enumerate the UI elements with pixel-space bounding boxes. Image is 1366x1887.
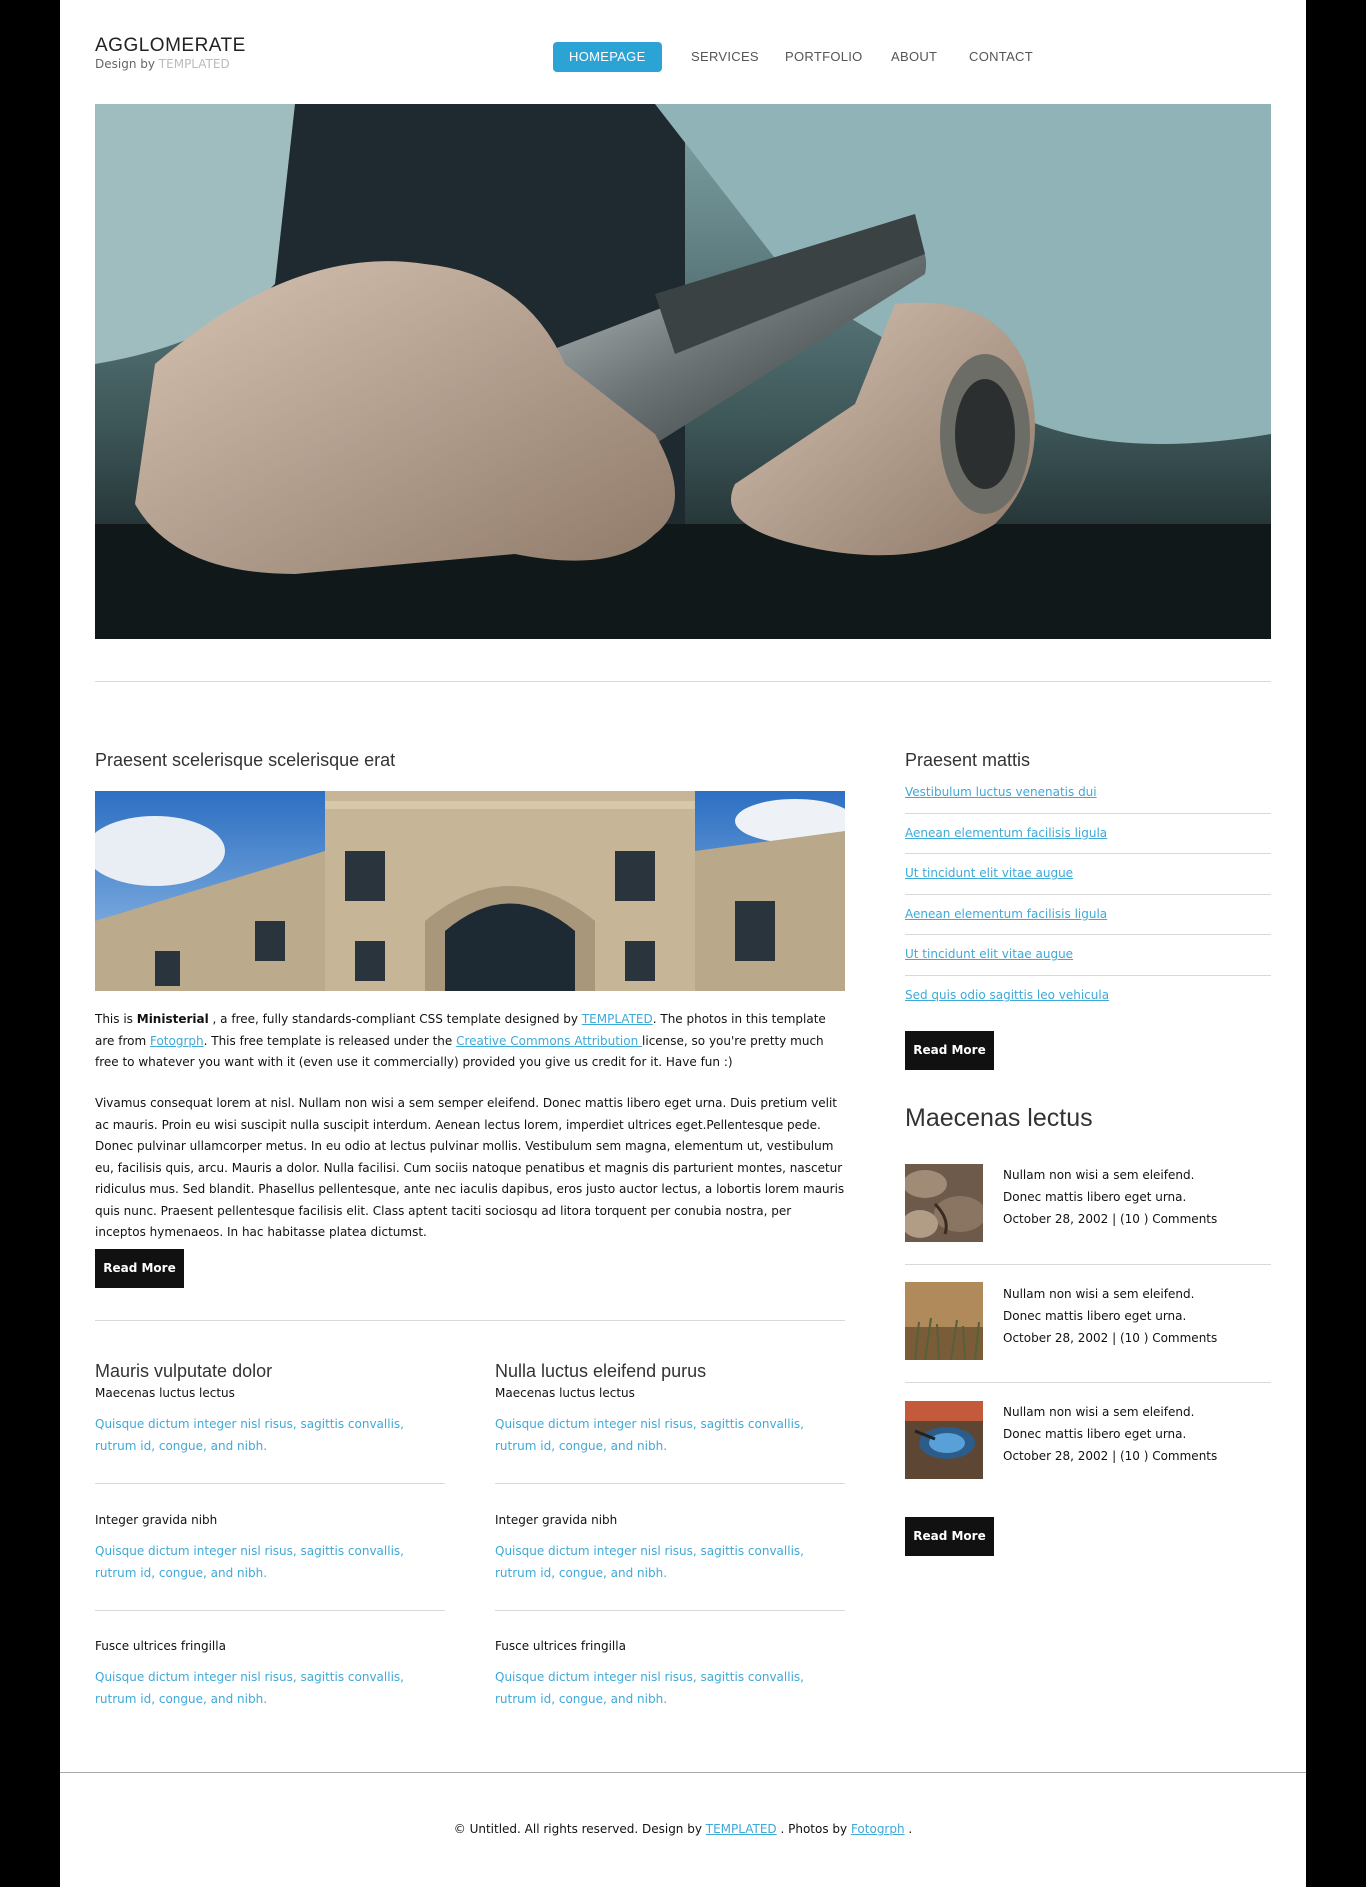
building-illustration — [95, 791, 845, 991]
hero-phone-hands-illustration — [95, 104, 1271, 639]
news-date: October 28, 2002 | (10 ) Comments — [1003, 1331, 1218, 1345]
page: AGGLOMERATE Design by TEMPLATED HOMEPAGE… — [60, 0, 1306, 1887]
news-read-more-button[interactable]: Read More — [905, 1517, 994, 1556]
col1-separator — [95, 1483, 445, 1484]
footer-text-1: © Untitled. All rights reserved. Design … — [453, 1822, 706, 1836]
tagline-design-by: Design by — [95, 57, 155, 71]
sidebar-link[interactable]: Aenean elementum facilisis ligula — [905, 826, 1107, 840]
hero-divider — [95, 681, 1271, 682]
sidebar-link[interactable]: Vestibulum luctus venenatis dui — [905, 785, 1097, 799]
main-divider — [95, 1320, 845, 1321]
col1-item-label: Fusce ultrices fringilla — [95, 1639, 226, 1653]
intro-link-cc[interactable]: Creative Commons Attribution — [456, 1034, 642, 1048]
news-item-text: Nullam non wisi a sem eleifend. Donec ma… — [1003, 1283, 1217, 1349]
footer-link-templated[interactable]: TEMPLATED — [706, 1822, 777, 1836]
intro-text-2: , a free, fully standards-compliant CSS … — [208, 1012, 582, 1026]
col1-item: Integer gravida nibh Quisque dictum inte… — [95, 1510, 445, 1584]
intro-bold: Ministerial — [136, 1012, 209, 1026]
intro-paragraph: This is Ministerial , a free, fully stan… — [95, 1009, 845, 1074]
rocks-illustration — [905, 1164, 983, 1242]
news-title: Maecenas lectus — [905, 1104, 1093, 1132]
sidebar-separator — [905, 975, 1271, 976]
col1-item: Maecenas luctus lectus Quisque dictum in… — [95, 1383, 445, 1457]
sidebar-link[interactable]: Aenean elementum facilisis ligula — [905, 907, 1107, 921]
news-separator — [905, 1382, 1271, 1383]
grass-illustration — [905, 1282, 983, 1360]
sidebar-link[interactable]: Ut tincidunt elit vitae augue — [905, 866, 1073, 880]
sidebar-title: Praesent mattis — [905, 750, 1031, 770]
sidebar-separator — [905, 813, 1271, 814]
col1-title: Mauris vulputate dolor — [95, 1361, 273, 1381]
footer-divider — [60, 1772, 1306, 1773]
nav-about[interactable]: ABOUT — [891, 42, 937, 72]
col2-item-text[interactable]: Quisque dictum integer nisl risus, sagit… — [495, 1667, 845, 1710]
col1-item-text[interactable]: Quisque dictum integer nisl risus, sagit… — [95, 1667, 445, 1710]
news-line: Nullam non wisi a sem eleifend. — [1003, 1168, 1195, 1182]
footer-text-2: . Photos by — [776, 1822, 851, 1836]
col2-item: Fusce ultrices fringilla Quisque dictum … — [495, 1636, 845, 1710]
news-date: October 28, 2002 | (10 ) Comments — [1003, 1449, 1218, 1463]
intro-link-templated[interactable]: TEMPLATED — [582, 1012, 653, 1026]
col2-item-label: Maecenas luctus lectus — [495, 1386, 635, 1400]
col2-item: Maecenas luctus lectus Quisque dictum in… — [495, 1383, 845, 1457]
footer: © Untitled. All rights reserved. Design … — [60, 1822, 1306, 1836]
nav-contact[interactable]: CONTACT — [969, 42, 1033, 72]
news-line: Donec mattis libero eget urna. — [1003, 1427, 1187, 1441]
main-title: Praesent scelerisque scelerisque erat — [95, 750, 396, 770]
col1-item-label: Maecenas luctus lectus — [95, 1386, 235, 1400]
news-line: Nullam non wisi a sem eleifend. — [1003, 1287, 1195, 1301]
col2-item: Integer gravida nibh Quisque dictum inte… — [495, 1510, 845, 1584]
body-paragraph: Vivamus consequat lorem at nisl. Nullam … — [95, 1096, 845, 1239]
col1-item-text[interactable]: Quisque dictum integer nisl risus, sagit… — [95, 1541, 445, 1584]
news-thumbnail[interactable] — [905, 1282, 983, 1360]
col2-item-text[interactable]: Quisque dictum integer nisl risus, sagit… — [495, 1414, 845, 1457]
col2-item-label: Fusce ultrices fringilla — [495, 1639, 626, 1653]
col1-separator — [95, 1610, 445, 1611]
nav-homepage[interactable]: HOMEPAGE — [553, 42, 662, 72]
footer-text-3: . — [904, 1822, 913, 1836]
news-separator — [905, 1264, 1271, 1265]
col2-separator — [495, 1610, 845, 1611]
site-logo[interactable]: AGGLOMERATE — [95, 35, 246, 57]
sidebar-link[interactable]: Ut tincidunt elit vitae augue — [905, 947, 1073, 961]
col1-item: Fusce ultrices fringilla Quisque dictum … — [95, 1636, 445, 1710]
news-item-text: Nullam non wisi a sem eleifend. Donec ma… — [1003, 1164, 1217, 1230]
col2-item-label: Integer gravida nibh — [495, 1513, 618, 1527]
intro-link-fotogrph[interactable]: Fotogrph — [150, 1034, 204, 1048]
sidebar-link[interactable]: Sed quis odio sagittis leo vehicula — [905, 988, 1109, 1002]
footer-link-fotogrph[interactable]: Fotogrph — [851, 1822, 905, 1836]
building-image — [95, 791, 845, 991]
tagline-templated: TEMPLATED — [158, 57, 230, 71]
col2-title: Nulla luctus eleifend purus — [495, 1361, 707, 1381]
news-thumbnail[interactable] — [905, 1401, 983, 1479]
intro-text-1: This is — [95, 1012, 137, 1026]
col2-item-text[interactable]: Quisque dictum integer nisl risus, sagit… — [495, 1541, 845, 1584]
site-tagline: Design by TEMPLATED — [95, 57, 230, 71]
hero-image — [95, 104, 1271, 639]
col1-item-text[interactable]: Quisque dictum integer nisl risus, sagit… — [95, 1414, 445, 1457]
sidebar-read-more-button[interactable]: Read More — [905, 1031, 994, 1070]
sunglasses-illustration — [905, 1401, 983, 1479]
col2-separator — [495, 1483, 845, 1484]
news-line: Donec mattis libero eget urna. — [1003, 1190, 1187, 1204]
news-thumbnail[interactable] — [905, 1164, 983, 1242]
sidebar-separator — [905, 934, 1271, 935]
news-date: October 28, 2002 | (10 ) Comments — [1003, 1212, 1218, 1226]
sidebar-separator — [905, 853, 1271, 854]
main-read-more-button[interactable]: Read More — [95, 1249, 184, 1288]
news-line: Nullam non wisi a sem eleifend. — [1003, 1405, 1195, 1419]
nav-portfolio[interactable]: PORTFOLIO — [785, 42, 863, 72]
col1-item-label: Integer gravida nibh — [95, 1513, 218, 1527]
nav-services[interactable]: SERVICES — [691, 42, 759, 72]
sidebar-separator — [905, 894, 1271, 895]
news-item-text: Nullam non wisi a sem eleifend. Donec ma… — [1003, 1401, 1217, 1467]
news-line: Donec mattis libero eget urna. — [1003, 1309, 1187, 1323]
intro-text-4: . This free template is released under t… — [203, 1033, 457, 1048]
